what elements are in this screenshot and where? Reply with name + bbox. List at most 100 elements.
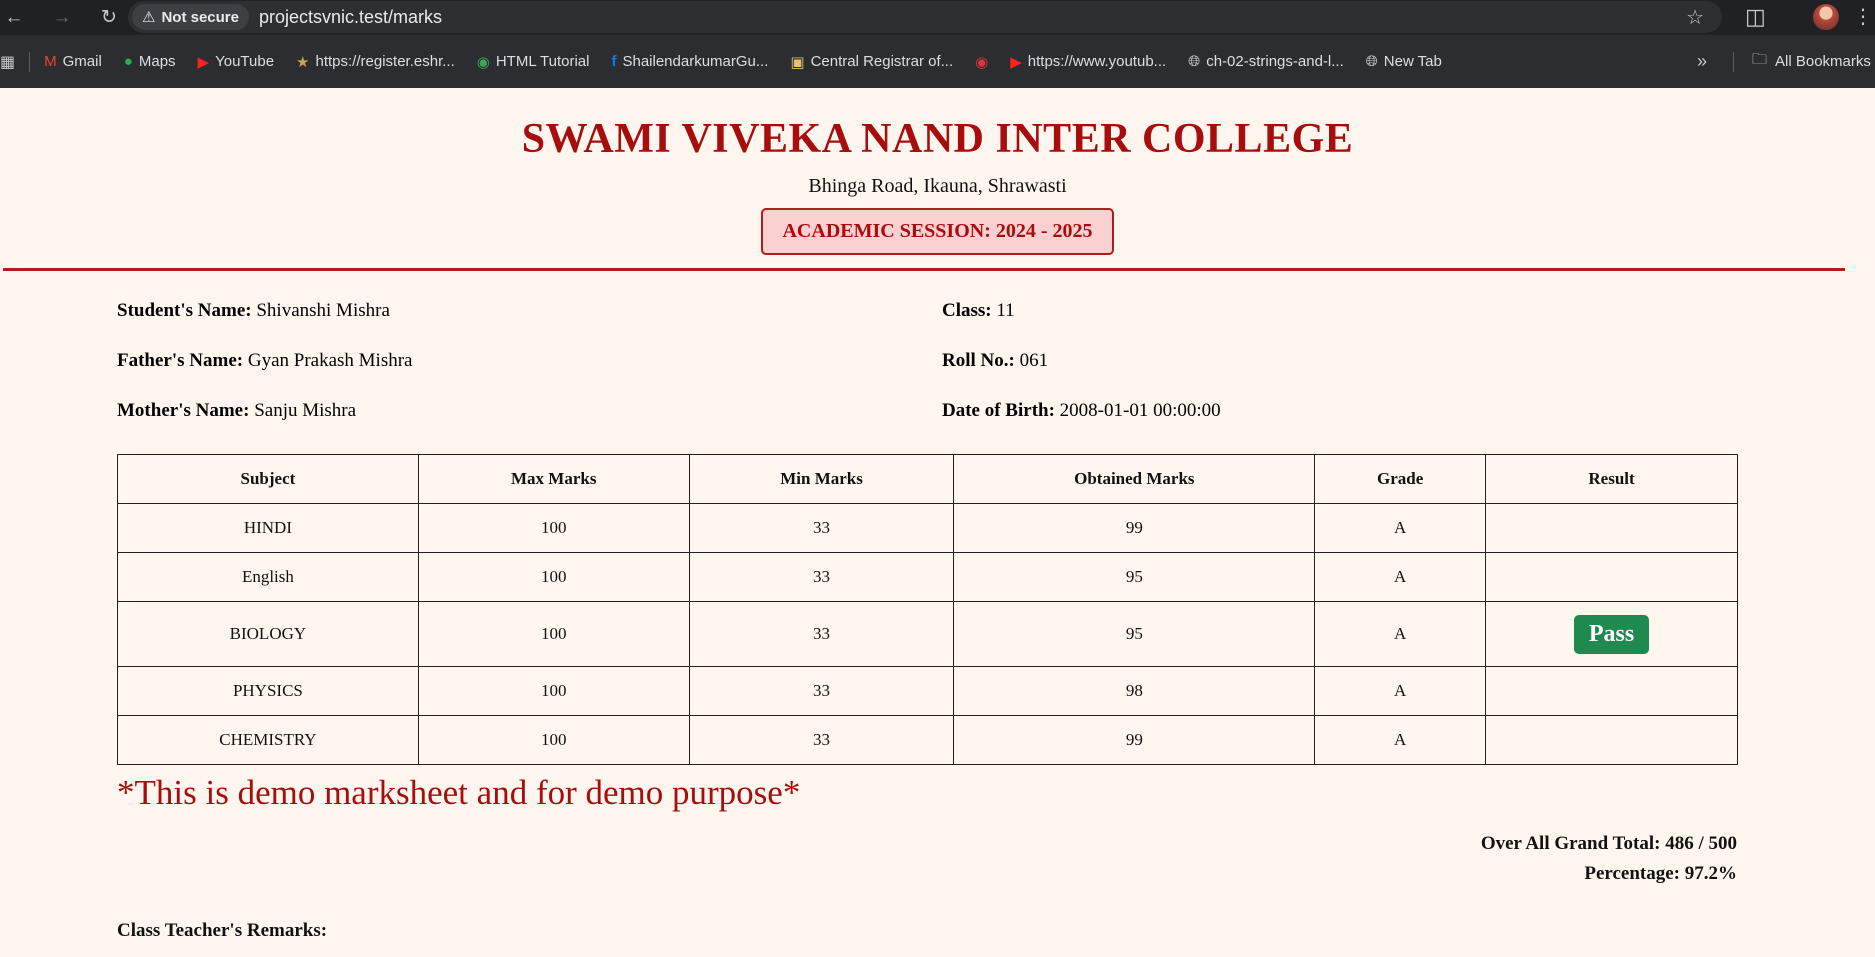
teacher-remarks-label: Class Teacher's Remarks: [117, 920, 328, 941]
menu-kebab-icon[interactable]: ⋮ [1853, 4, 1873, 29]
header-divider [3, 268, 1845, 271]
obtained-marks-cell: 95 [953, 552, 1316, 602]
profile-avatar[interactable] [1813, 4, 1839, 30]
obtained-marks-cell: 99 [953, 503, 1316, 553]
grade-cell: A [1314, 552, 1487, 602]
roll-label: Roll No.: [942, 350, 1015, 371]
percentage-row: Percentage: 97.2% [1481, 859, 1737, 889]
registrar-icon: ▣ [790, 53, 805, 71]
class-label: Class: [942, 300, 992, 321]
warning-icon: ⚠ [142, 9, 156, 26]
bookmark-label: YouTube [215, 53, 275, 70]
youtube-icon: ▶ [197, 53, 210, 71]
student-name-label: Student's Name: [117, 300, 252, 321]
roll-value: 061 [1019, 350, 1049, 371]
bookmark-star-icon[interactable]: ☆ [1686, 5, 1704, 30]
marks-table: Subject Max Marks Min Marks Obtained Mar… [117, 454, 1738, 765]
bookmark-youtube[interactable]: ▶ YouTube [198, 53, 275, 71]
pass-badge: Pass [1573, 614, 1650, 654]
forward-icon[interactable]: → [48, 7, 76, 29]
mother-name-label: Mother's Name: [117, 400, 250, 421]
bookmark-facebook[interactable]: f ShailendarkumarGu... [611, 53, 768, 70]
obtained-marks-cell: 98 [953, 666, 1316, 716]
table-header-row: Subject Max Marks Min Marks Obtained Mar… [117, 454, 1738, 504]
bookmark-youtube-2[interactable]: ▶ https://www.youtub... [1010, 53, 1166, 71]
back-icon[interactable]: ← [0, 7, 28, 29]
mother-name: Sanju Mishra [254, 400, 357, 421]
maps-icon: ● [123, 53, 133, 70]
security-chip[interactable]: ⚠ Not secure [132, 4, 249, 30]
more-bookmarks-chevron-icon[interactable]: » [1697, 51, 1707, 72]
result-cell [1485, 715, 1738, 765]
subject-cell: CHEMISTRY [117, 715, 419, 765]
bookmarks-separator [29, 51, 31, 72]
header-subject: Subject [117, 454, 419, 504]
bookmark-maps[interactable]: ● Maps [124, 53, 176, 70]
bookmark-registrar[interactable]: ▣ Central Registrar of... [790, 53, 953, 71]
url-text[interactable]: projectsvnic.test/marks [259, 7, 442, 28]
min-marks-cell: 33 [688, 503, 955, 553]
percentage-label: Percentage: [1584, 863, 1680, 884]
bookmark-label: Central Registrar of... [810, 53, 954, 70]
bookmark-html-tutorial[interactable]: ◉ HTML Tutorial [477, 53, 590, 71]
result-cell [1485, 552, 1738, 602]
min-marks-cell: 33 [688, 666, 955, 716]
min-marks-cell: 33 [688, 601, 955, 667]
father-name-label: Father's Name: [117, 350, 244, 371]
header-obtained-marks: Obtained Marks [953, 454, 1316, 504]
extensions-icon[interactable]: ◫ [1745, 4, 1766, 30]
min-marks-cell: 33 [688, 715, 955, 765]
bookmark-label: ShailendarkumarGu... [622, 53, 769, 70]
bookmark-register[interactable]: ★ https://register.eshr... [296, 53, 455, 71]
table-row: English 100 33 95 A [117, 552, 1738, 602]
marksheet-page: SWAMI VIVEKA NAND INTER COLLEGE Bhinga R… [0, 115, 1875, 271]
subject-cell: PHYSICS [117, 666, 419, 716]
bookmark-label: HTML Tutorial [495, 53, 590, 70]
gmail-icon: M [44, 53, 57, 70]
facebook-icon: f [611, 53, 617, 70]
dob-label: Date of Birth: [942, 400, 1055, 421]
header-max-marks: Max Marks [417, 454, 690, 504]
youtube-icon: ▶ [1010, 53, 1022, 71]
flag-icon: ◉ [975, 53, 989, 71]
bookmark-strings[interactable]: 🌐︎ ch-02-strings-and-l... [1188, 53, 1344, 70]
table-row: HINDI 100 33 99 A [117, 503, 1738, 553]
max-marks-cell: 100 [417, 666, 690, 716]
apps-grid-icon[interactable]: ▦ [0, 52, 15, 72]
dob-value: 2008-01-01 00:00:00 [1059, 400, 1221, 421]
table-row: CHEMISTRY 100 33 99 A [117, 715, 1738, 765]
session-badge: ACADEMIC SESSION: 2024 - 2025 [761, 208, 1114, 255]
class-value: 11 [996, 300, 1015, 321]
bookmark-label: ch-02-strings-and-l... [1206, 53, 1344, 70]
security-label: Not secure [161, 8, 239, 26]
bookmark-gmail[interactable]: M Gmail [44, 53, 102, 70]
table-row: BIOLOGY 100 33 95 A Pass [117, 601, 1738, 667]
header-min-marks: Min Marks [688, 454, 955, 504]
grade-cell: A [1314, 666, 1487, 716]
grand-total-value: 486 / 500 [1665, 833, 1737, 854]
bookmark-label: https://register.eshr... [315, 53, 455, 70]
grade-cell: A [1314, 601, 1487, 667]
emblem-icon: ★ [296, 53, 310, 71]
bookmark-flag[interactable]: ◉ [975, 53, 988, 71]
all-bookmarks-label: All Bookmarks [1775, 53, 1871, 70]
bookmark-label: New Tab [1383, 53, 1442, 70]
header-result: Result [1485, 454, 1738, 504]
college-name: SWAMI VIVEKA NAND INTER COLLEGE [521, 116, 1354, 162]
roll-row: Roll No.: 061 [942, 350, 1048, 372]
demo-notice: *This is demo marksheet and for demo pur… [117, 773, 801, 812]
globe-icon: 🌐︎ [1188, 53, 1201, 70]
bookmark-new-tab[interactable]: 🌐︎ New Tab [1366, 53, 1442, 70]
all-bookmarks-button[interactable]: 🗀︎ All Bookmarks [1752, 49, 1871, 74]
browser-toolbar: ← → ↻ ⚠ Not secure projectsvnic.test/mar… [0, 0, 1875, 35]
max-marks-cell: 100 [417, 552, 690, 602]
obtained-marks-cell: 99 [953, 715, 1316, 765]
subject-cell: English [117, 552, 419, 602]
reload-icon[interactable]: ↻ [95, 6, 123, 29]
bookmark-label: Gmail [62, 53, 102, 70]
table-row: PHYSICS 100 33 98 A [117, 666, 1738, 716]
father-name: Gyan Prakash Mishra [247, 350, 413, 371]
class-row: Class: 11 [942, 300, 1015, 322]
address-bar[interactable]: ⚠ Not secure projectsvnic.test/marks ☆ [128, 1, 1722, 33]
father-name-row: Father's Name: Gyan Prakash Mishra [117, 350, 413, 372]
